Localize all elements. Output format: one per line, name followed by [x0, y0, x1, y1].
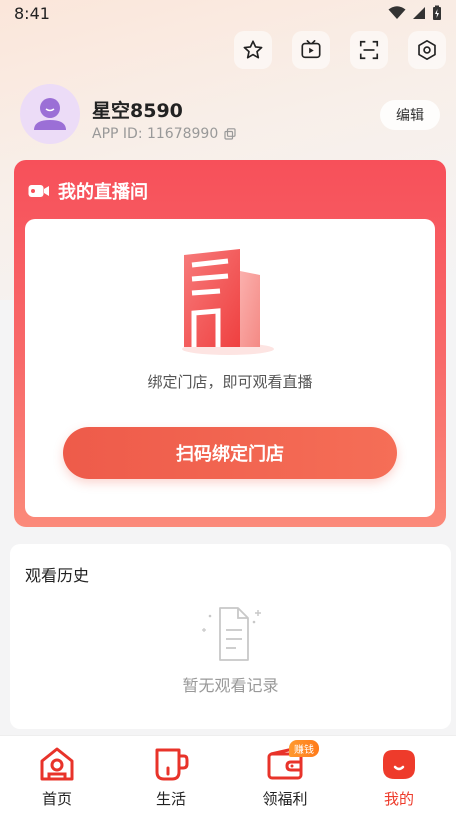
tab-home[interactable]: 首页 — [0, 736, 114, 818]
status-icons — [388, 5, 442, 21]
tab-life[interactable]: 生活 — [114, 736, 228, 818]
watch-history-card: 观看历史 暂无观看记录 — [10, 544, 451, 729]
profile-section: 星空8590 APP ID: 11678990 编辑 — [20, 84, 440, 144]
favorite-button[interactable] — [234, 31, 272, 69]
copy-icon[interactable] — [224, 128, 236, 140]
video-button[interactable] — [292, 31, 330, 69]
empty-document-icon — [202, 607, 261, 661]
face-icon — [383, 750, 415, 779]
bind-store-hint: 绑定门店，即可观看直播 — [147, 373, 313, 391]
live-room-content: 绑定门店，即可观看直播 扫码绑定门店 — [25, 219, 435, 517]
top-toolbar — [234, 31, 446, 69]
earn-money-badge: 赚钱 — [289, 740, 319, 757]
live-room-card: 我的直播间 绑定门店，即可观看直播 扫码绑定门店 — [14, 160, 446, 527]
app-id: APP ID: 11678990 — [92, 126, 236, 142]
signal-icon — [413, 7, 425, 19]
scan-bind-store-button[interactable]: 扫码绑定门店 — [63, 427, 397, 479]
user-avatar-icon — [34, 98, 66, 130]
scan-button[interactable] — [350, 31, 388, 69]
store-building-icon — [182, 249, 274, 355]
tv-play-icon — [301, 40, 321, 59]
tab-rewards[interactable]: 领福利 赚钱 — [228, 736, 342, 818]
avatar[interactable] — [20, 84, 80, 144]
user-name: 星空8590 — [92, 100, 183, 122]
status-time: 8:41 — [14, 3, 50, 23]
tab-home-label: 首页 — [41, 790, 72, 808]
tab-rewards-label: 领福利 — [262, 790, 308, 808]
video-camera-icon — [28, 185, 49, 197]
scan-icon — [359, 40, 379, 60]
live-room-title: 我的直播间 — [58, 182, 148, 203]
wifi-icon — [388, 6, 406, 19]
empty-history-text: 暂无观看记录 — [182, 676, 279, 695]
tab-mine-label: 我的 — [383, 790, 414, 808]
home-icon — [40, 747, 74, 781]
battery-icon — [433, 5, 441, 20]
cup-icon — [155, 748, 189, 781]
live-room-header: 我的直播间 — [28, 178, 148, 204]
app-id-text: APP ID: 11678990 — [92, 126, 219, 142]
edit-profile-button[interactable]: 编辑 — [380, 100, 440, 130]
settings-hexagon-icon — [418, 40, 436, 60]
tab-life-label: 生活 — [155, 790, 186, 808]
star-icon — [243, 40, 263, 59]
status-bar: 8:41 — [0, 0, 456, 26]
watch-history-title: 观看历史 — [25, 566, 90, 585]
tab-mine[interactable]: 我的 — [342, 736, 456, 818]
bottom-tab-bar: 首页 生活 领福利 赚钱 我的 — [0, 735, 456, 818]
settings-button[interactable] — [408, 31, 446, 69]
